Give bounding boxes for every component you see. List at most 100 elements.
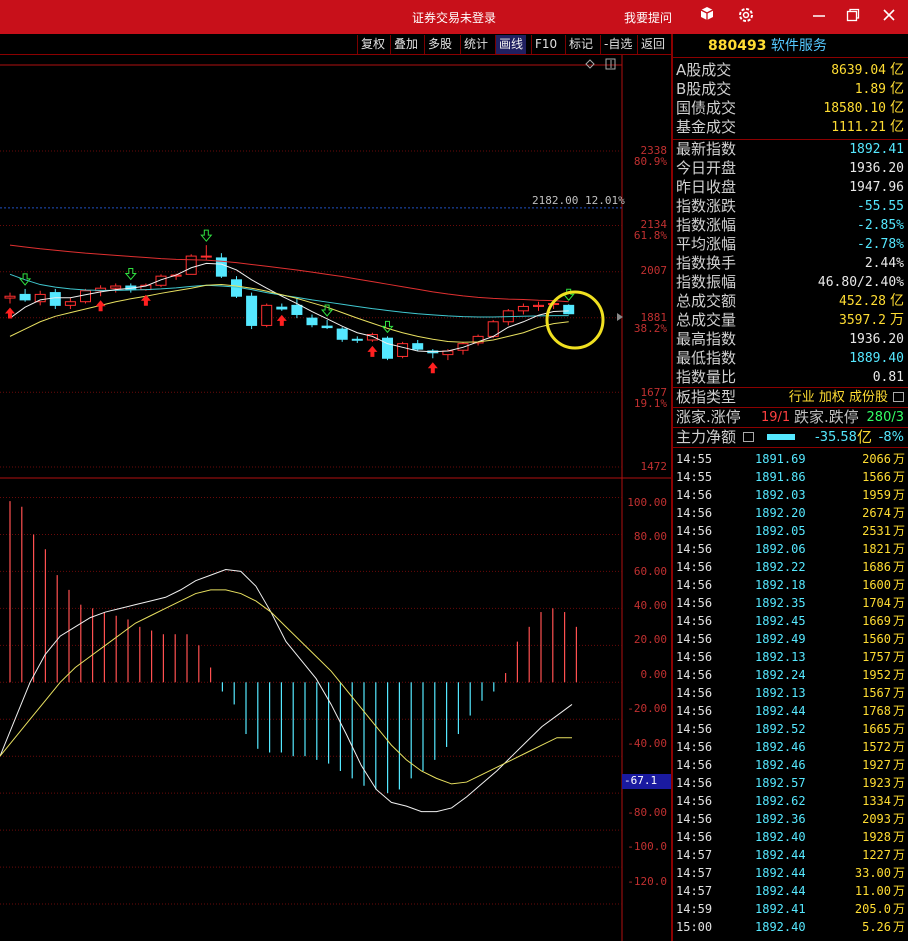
tick-row[interactable]: 14:57 1892.44 1227 万 (673, 846, 908, 864)
ask-question-link[interactable]: 我要提问 (624, 9, 672, 26)
tick-price: 1892.40 (755, 920, 806, 934)
tick-volume: 1334 (862, 794, 891, 808)
tick-row[interactable]: 14:56 1892.22 1686 万 (673, 558, 908, 576)
tick-volume: 1600 (862, 578, 891, 592)
back-button[interactable]: 返回 (637, 35, 668, 54)
list-icon[interactable] (893, 392, 904, 402)
tick-volume: 1665 (862, 722, 891, 736)
tick-row[interactable]: 14:56 1892.05 2531 万 (673, 522, 908, 540)
tick-row[interactable]: 14:56 1892.57 1923 万 (673, 774, 908, 792)
tick-unit: 万 (892, 470, 905, 484)
tick-time: 14:56 (676, 722, 713, 736)
tick-row[interactable]: 14:56 1892.06 1821 万 (673, 540, 908, 558)
index-stat-value: 0.81 (872, 370, 904, 385)
tick-volume: 1567 (862, 686, 891, 700)
watchlist-button[interactable]: -自选 (600, 35, 635, 54)
tick-time: 14:56 (676, 830, 713, 844)
tick-volume: 1928 (862, 830, 891, 844)
tick-row[interactable]: 14:59 1892.41 205.0 万 (673, 900, 908, 918)
candle-body (336, 328, 348, 340)
tick-row[interactable]: 14:56 1892.35 1704 万 (673, 594, 908, 612)
minimize-icon[interactable] (808, 6, 830, 28)
tick-unit: 万 (892, 488, 905, 502)
quote-panel: 880493 软件服务 A股成交 8639.04 亿 B股成交 1.89 亿 国债成交 1… (671, 34, 908, 941)
tick-price: 1892.44 (755, 866, 806, 880)
tick-price: 1892.46 (755, 740, 806, 754)
tick-row[interactable]: 14:56 1892.62 1334 万 (673, 792, 908, 810)
tick-row[interactable]: 14:56 1892.49 1560 万 (673, 630, 908, 648)
tick-row[interactable]: 14:56 1892.24 1952 万 (673, 666, 908, 684)
macd-dea-line (0, 589, 572, 785)
tick-row[interactable]: 14:56 1892.18 1600 万 (673, 576, 908, 594)
tick-row[interactable]: 14:56 1892.46 1572 万 (673, 738, 908, 756)
index-stat-label: 今日开盘 (676, 159, 737, 177)
tick-time: 14:56 (676, 506, 713, 520)
mark-button[interactable]: 标记 (565, 35, 596, 54)
macd-axis-label: -120.0 (627, 875, 667, 888)
tick-row[interactable]: 14:57 1892.44 33.00 万 (673, 864, 908, 882)
tick-unit: 万 (892, 776, 905, 790)
gear-icon[interactable] (735, 6, 757, 28)
candle-body (185, 255, 197, 275)
window-title: 证券交易未登录 (411, 11, 496, 25)
diamond-icon[interactable] (585, 59, 595, 69)
restore-icon[interactable] (842, 6, 864, 28)
tick-volume: 1566 (862, 470, 891, 484)
tick-row[interactable]: 14:56 1892.13 1757 万 (673, 648, 908, 666)
fuquan-button[interactable]: 复权 (357, 35, 388, 54)
tick-volume: 11.00 (854, 884, 891, 898)
tick-row[interactable]: 14:56 1892.44 1768 万 (673, 702, 908, 720)
draw-line-button[interactable]: 画线 (495, 35, 527, 54)
chart-area[interactable]: 2338 80.9% 2134 61.8% 2007 1881 38.2% 16… (0, 55, 671, 941)
index-stat-unit: 万 (890, 312, 904, 328)
overlay-button[interactable]: 叠加 (390, 35, 421, 54)
tick-row[interactable]: 14:55 1891.69 2066 万 (673, 450, 908, 468)
candle-body (4, 295, 16, 299)
tick-row[interactable]: 14:56 1892.52 1665 万 (673, 720, 908, 738)
index-code: 880493 (708, 38, 767, 54)
highlight-circle (545, 290, 605, 350)
index-stat-row: 最低指数 1889.40 (673, 349, 908, 368)
close-icon[interactable] (878, 6, 900, 28)
tick-unit: 万 (892, 650, 905, 664)
kline-chart-svg[interactable] (0, 55, 671, 941)
price-axis-label: 1472 (640, 460, 668, 473)
list-icon[interactable] (743, 432, 754, 442)
tick-volume: 2531 (862, 524, 891, 538)
cube-icon[interactable] (696, 6, 718, 28)
tick-row[interactable]: 15:00 1892.40 5.26 万 (673, 918, 908, 936)
tick-row[interactable]: 14:55 1891.86 1566 万 (673, 468, 908, 486)
index-stat-row: 指数涨跌 -55.55 (673, 197, 908, 216)
tick-price: 1892.62 (755, 794, 806, 808)
multi-stock-button[interactable]: 多股 (424, 35, 455, 54)
candle-body (80, 290, 91, 303)
tick-unit: 万 (892, 632, 905, 646)
tick-unit: 万 (892, 740, 905, 754)
sell-arrow-icon (200, 229, 213, 242)
tick-row[interactable]: 14:57 1892.44 11.00 万 (673, 882, 908, 900)
tick-list[interactable]: 14:55 1891.69 2066 万 14:55 1891.86 1566 万 14:56 1… (673, 448, 908, 936)
tick-row[interactable]: 14:56 1892.20 2674 万 (673, 504, 908, 522)
tick-row[interactable]: 14:56 1892.03 1959 万 (673, 486, 908, 504)
tick-row[interactable]: 14:56 1892.36 2093 万 (673, 810, 908, 828)
index-stat-label: 最新指数 (676, 140, 737, 158)
board-type-value[interactable]: 行业 加权 成份股 (789, 388, 888, 407)
f10-button[interactable]: F10 (531, 35, 560, 54)
tick-volume: 1757 (862, 650, 891, 664)
tick-time: 14:55 (676, 470, 713, 484)
tick-price: 1892.35 (755, 596, 806, 610)
limit-row: 涨家.涨停 19/1 跌家.跌停 280/3 (676, 408, 904, 426)
index-stat-row: 指数量比 0.81 (673, 368, 908, 387)
buy-arrow-icon (95, 300, 106, 312)
statistics-button[interactable]: 统计 (460, 35, 491, 54)
tick-row[interactable]: 14:56 1892.45 1669 万 (673, 612, 908, 630)
tick-time: 14:56 (676, 650, 713, 664)
tick-unit: 万 (892, 704, 905, 718)
tick-row[interactable]: 14:56 1892.46 1927 万 (673, 756, 908, 774)
tick-unit: 万 (892, 686, 905, 700)
tick-row[interactable]: 14:56 1892.40 1928 万 (673, 828, 908, 846)
tick-row[interactable]: 14:56 1892.13 1567 万 (673, 684, 908, 702)
tick-price: 1892.46 (755, 758, 806, 772)
index-stat-row: 今日开盘 1936.20 (673, 159, 908, 178)
tick-price: 1892.44 (755, 848, 806, 862)
